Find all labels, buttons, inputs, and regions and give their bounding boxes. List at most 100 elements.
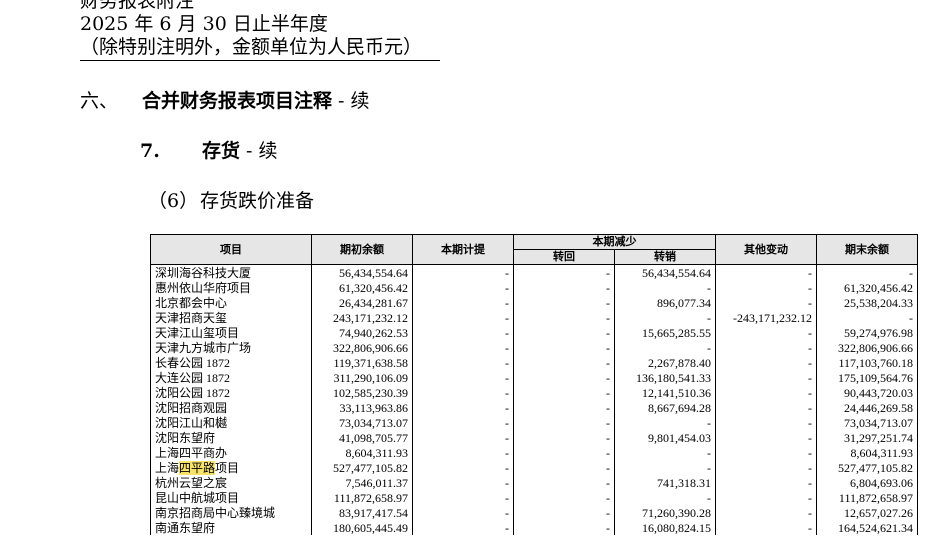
row-other-value: - xyxy=(715,370,817,385)
row-item-name: 上海四平路项目 xyxy=(150,460,312,475)
subsection-number: 7. xyxy=(140,140,160,162)
table-row: 大连公园 1872 311,290,106.09- -136,180,541.33-… xyxy=(150,370,918,385)
row-item-name: 上海四平商办 xyxy=(150,445,312,460)
row-closing-value: - xyxy=(816,264,918,280)
row-closing-value: 90,443,720.03 xyxy=(816,385,918,400)
col-header-item: 项目 xyxy=(150,234,312,265)
row-reversal-value: - xyxy=(513,460,615,475)
row-reversal-value: - xyxy=(513,400,615,415)
row-closing-value: 8,604,311.93 xyxy=(816,445,918,460)
row-opening-value: 527,477,105.82 xyxy=(311,460,413,475)
row-reversal-value: - xyxy=(513,370,615,385)
row-transfer-value: 9,801,454.03 xyxy=(614,430,716,445)
row-opening-value: 7,546,011.37 xyxy=(311,475,413,490)
row-provision-value: - xyxy=(412,355,514,370)
row-reversal-value: - xyxy=(513,264,615,280)
row-transfer-value: 15,665,285.55 xyxy=(614,325,716,340)
section-suffix: - 续 xyxy=(332,90,370,112)
row-provision-value: - xyxy=(412,490,514,505)
row-opening-value: 74,940,262.53 xyxy=(311,325,413,340)
row-provision-value: - xyxy=(412,310,514,325)
row-opening-value: 83,917,417.54 xyxy=(311,505,413,520)
row-transfer-value: - xyxy=(614,310,716,325)
table-row: 昆山中航城项目 111,872,658.97- - - -111,872,658.97 xyxy=(150,490,918,505)
section-heading: 六、 合并财务报表项目注释 - 续 xyxy=(80,86,370,113)
row-opening-value: 33,113,963.86 xyxy=(311,400,413,415)
row-other-value: - xyxy=(715,505,817,520)
currency-note: （除特别注明外，金额单位为人民币元） xyxy=(80,36,440,61)
row-item-name: 昆山中航城项目 xyxy=(150,490,312,505)
subsection-heading: 7. 存货 - 续 xyxy=(140,136,278,163)
row-provision-value: - xyxy=(412,445,514,460)
table-row: 惠州依山华府项目 61,320,456.42- - - -61,320,456.42 xyxy=(150,280,918,295)
row-opening-value: 119,371,638.58 xyxy=(311,355,413,370)
row-item-name: 北京都会中心 xyxy=(150,295,312,310)
table-row: 天津江山玺项目 74,940,262.53- -15,665,285.55-59,2… xyxy=(150,325,918,340)
table-row: 上海四平商办 8,604,311.93- - - -8,604,311.93 xyxy=(150,445,918,460)
row-item-name-part: 上海 xyxy=(155,460,180,475)
table-row: 上海四平路项目 527,477,105.82- - - -527,477,105.82 xyxy=(150,460,918,475)
row-closing-value: 6,804,693.06 xyxy=(816,475,918,490)
row-provision-value: - xyxy=(412,475,514,490)
table-row: 杭州云望之宸 7,546,011.37- -741,318.31-6,804,693… xyxy=(150,475,918,490)
row-transfer-value: 741,318.31 xyxy=(614,475,716,490)
subsubsection-number: （6） xyxy=(148,190,199,212)
row-transfer-value: 8,667,694.28 xyxy=(614,400,716,415)
row-item-name: 沈阳江山和樾 xyxy=(150,415,312,430)
table-row: 天津九方城市广场 322,806,906.66- - - -322,806,906.66 xyxy=(150,340,918,355)
row-provision-value: - xyxy=(412,280,514,295)
row-closing-value: 111,872,658.97 xyxy=(816,490,918,505)
row-other-value: - xyxy=(715,295,817,310)
row-opening-value: 41,098,705.77 xyxy=(311,430,413,445)
col-header-reversal: 转回 xyxy=(513,249,615,265)
row-provision-value: - xyxy=(412,264,514,280)
col-header-other: 其他变动 xyxy=(715,234,817,265)
section-number: 六、 xyxy=(80,90,119,112)
row-transfer-value: 12,141,510.36 xyxy=(614,385,716,400)
row-provision-value: - xyxy=(412,340,514,355)
col-header-transfer: 转销 xyxy=(614,249,716,265)
row-opening-value: 8,604,311.93 xyxy=(311,445,413,460)
row-other-value: - xyxy=(715,430,817,445)
row-reversal-value: - xyxy=(513,325,615,340)
row-item-name: 惠州依山华府项目 xyxy=(150,280,312,295)
row-provision-value: - xyxy=(412,430,514,445)
row-transfer-value: 16,080,824.15 xyxy=(614,520,716,535)
row-closing-value: 59,274,976.98 xyxy=(816,325,918,340)
row-closing-value: 164,524,621.34 xyxy=(816,520,918,535)
row-reversal-value: - xyxy=(513,295,615,310)
row-item-name: 天津招商天玺 xyxy=(150,310,312,325)
row-reversal-value: - xyxy=(513,445,615,460)
row-opening-value: 26,434,281.67 xyxy=(311,295,413,310)
row-transfer-value: 136,180,541.33 xyxy=(614,370,716,385)
row-item-name-part: 项目 xyxy=(215,460,240,475)
row-other-value: -243,171,232.12 xyxy=(715,310,817,325)
row-item-name: 南京招商局中心臻境城 xyxy=(150,505,312,520)
col-header-opening: 期初余额 xyxy=(311,234,413,265)
row-closing-value: - xyxy=(816,310,918,325)
row-reversal-value: - xyxy=(513,385,615,400)
row-reversal-value: - xyxy=(513,310,615,325)
row-opening-value: 73,034,713.07 xyxy=(311,415,413,430)
row-provision-value: - xyxy=(412,400,514,415)
row-opening-value: 111,872,658.97 xyxy=(311,490,413,505)
table-row: 天津招商天玺 243,171,232.12- - - -243,171,232.12- xyxy=(150,310,918,325)
row-other-value: - xyxy=(715,520,817,535)
table-row: 深圳海谷科技大厦 56,434,554.64- -56,434,554.64- - xyxy=(150,264,918,280)
highlighted-text: 四平路 xyxy=(179,460,216,475)
row-closing-value: 527,477,105.82 xyxy=(816,460,918,475)
row-provision-value: - xyxy=(412,415,514,430)
row-other-value: - xyxy=(715,415,817,430)
inventory-impairment-table: 项目 期初余额 本期计提 本期减少 其他变动 期末余额 转回 转销 深圳海谷科技… xyxy=(150,234,918,535)
table-row: 南通东望府 180,605,445.49- -16,080,824.15-164,5… xyxy=(150,520,918,535)
row-other-value: - xyxy=(715,460,817,475)
row-provision-value: - xyxy=(412,460,514,475)
report-header-title: 财务报表附注 xyxy=(80,0,195,12)
row-item-name: 南通东望府 xyxy=(150,520,312,535)
row-closing-value: 12,657,027.26 xyxy=(816,505,918,520)
row-item-name: 深圳海谷科技大厦 xyxy=(150,264,312,280)
subsection-suffix: - 续 xyxy=(240,140,278,162)
row-transfer-value: - xyxy=(614,280,716,295)
row-other-value: - xyxy=(715,325,817,340)
row-other-value: - xyxy=(715,400,817,415)
